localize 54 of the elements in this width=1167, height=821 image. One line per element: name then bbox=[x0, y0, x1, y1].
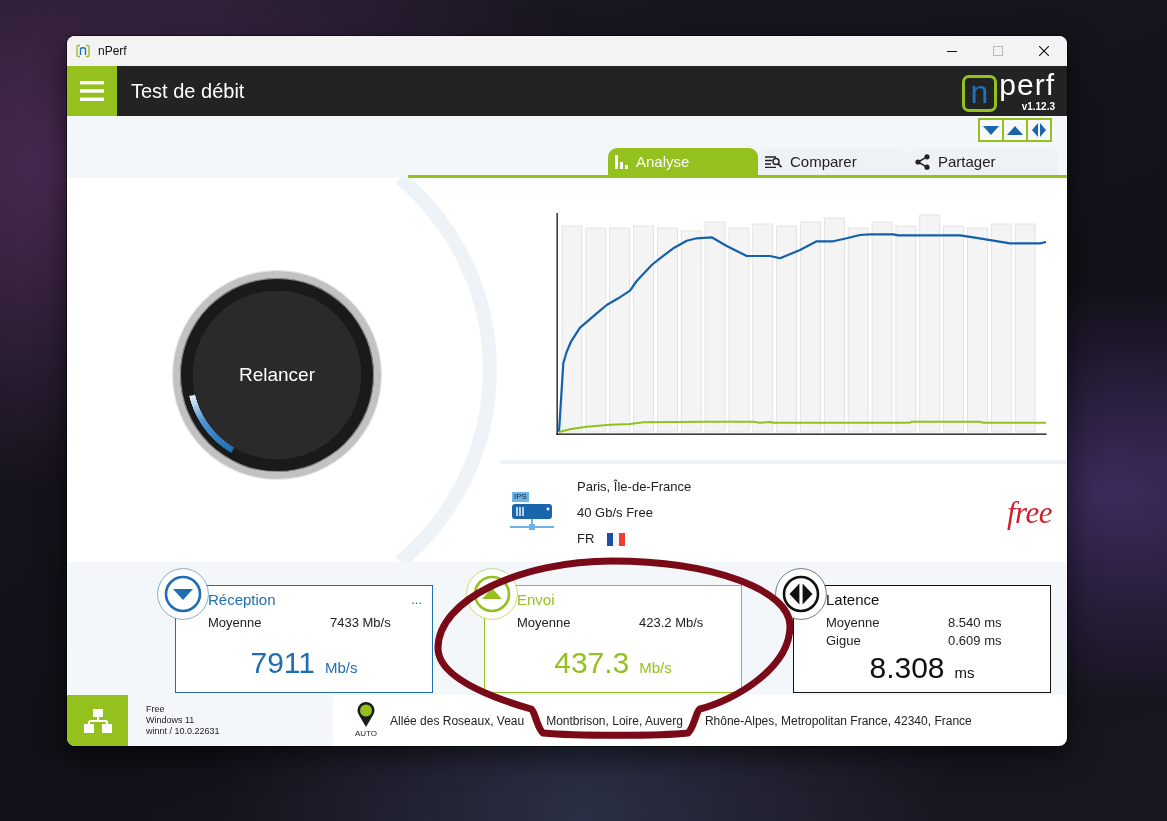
result-unit: Mb/s bbox=[639, 659, 672, 676]
more-button[interactable]: ... bbox=[411, 593, 422, 607]
app-logo-icon bbox=[76, 44, 90, 58]
logo-letter: n bbox=[961, 75, 998, 112]
location-mode-label: AUTO bbox=[355, 729, 378, 739]
maximize-icon bbox=[993, 46, 1003, 56]
menu-icon bbox=[80, 81, 104, 101]
tab[interactable]: Comparer bbox=[758, 148, 908, 175]
page-title: Test de débit bbox=[131, 79, 245, 103]
server-tag: IPS bbox=[512, 492, 529, 502]
share-icon bbox=[915, 153, 930, 170]
stat-label: Moyenne bbox=[517, 614, 572, 632]
server-country: FR bbox=[577, 530, 595, 548]
server-location: Paris, Île-de-France bbox=[577, 478, 692, 496]
stat-label: Gigue bbox=[826, 632, 862, 650]
bar-chart-icon bbox=[615, 154, 628, 169]
connection-info-line: Windows 11 bbox=[146, 715, 196, 726]
location-pin-icon bbox=[357, 702, 376, 727]
list-search-icon bbox=[765, 155, 782, 168]
tab[interactable]: Partager bbox=[908, 148, 1058, 175]
triangle-down-icon bbox=[983, 125, 999, 135]
download-view-button[interactable] bbox=[978, 118, 1004, 142]
stat-value: 0.609 ms bbox=[948, 632, 1003, 650]
result-unit: Mb/s bbox=[325, 659, 358, 676]
upload-view-button[interactable] bbox=[1002, 118, 1028, 142]
left-right-triangles-icon bbox=[1032, 123, 1046, 137]
card-title: Latence bbox=[826, 591, 880, 609]
result-unit: ms bbox=[954, 664, 975, 681]
stat-value: 423.2 Mb/s bbox=[639, 614, 705, 632]
server-capacity: 40 Gb/s Free bbox=[577, 504, 654, 522]
card-title: Réception bbox=[208, 591, 276, 609]
window-title: nPerf bbox=[98, 44, 127, 58]
connection-info-line: Free bbox=[146, 704, 166, 715]
close-icon bbox=[1039, 46, 1049, 56]
isp-logo: free bbox=[1006, 495, 1052, 531]
result-value: 7911 bbox=[250, 646, 315, 679]
address-text: Allée des Roseaux, Veau bbox=[390, 713, 525, 728]
card-title: Envoi bbox=[517, 591, 555, 609]
address-text: Montbrison, Loire, Auverg bbox=[546, 713, 683, 728]
address-text: Rhône-Alpes, Metropolitan France, 42340, France bbox=[704, 713, 972, 728]
minimize-icon bbox=[947, 50, 957, 52]
result-value: 8.308 bbox=[869, 651, 945, 684]
connection-info-line: winnt / 10.0.22631 bbox=[146, 726, 221, 737]
stat-value: 7433 Mb/s bbox=[330, 614, 392, 632]
stat-label: Moyenne bbox=[826, 614, 881, 632]
restart-button[interactable]: Relancer bbox=[173, 271, 381, 479]
france-flag-icon bbox=[607, 532, 626, 546]
triangle-up-icon bbox=[1007, 125, 1023, 135]
latency-view-button[interactable] bbox=[1026, 118, 1052, 142]
stat-label: Moyenne bbox=[208, 614, 263, 632]
result-value: 437.3 bbox=[554, 646, 630, 679]
network-icon bbox=[83, 708, 112, 733]
stat-value: 8.540 ms bbox=[948, 614, 1003, 632]
version-label: v1.12.3 bbox=[1021, 101, 1055, 112]
